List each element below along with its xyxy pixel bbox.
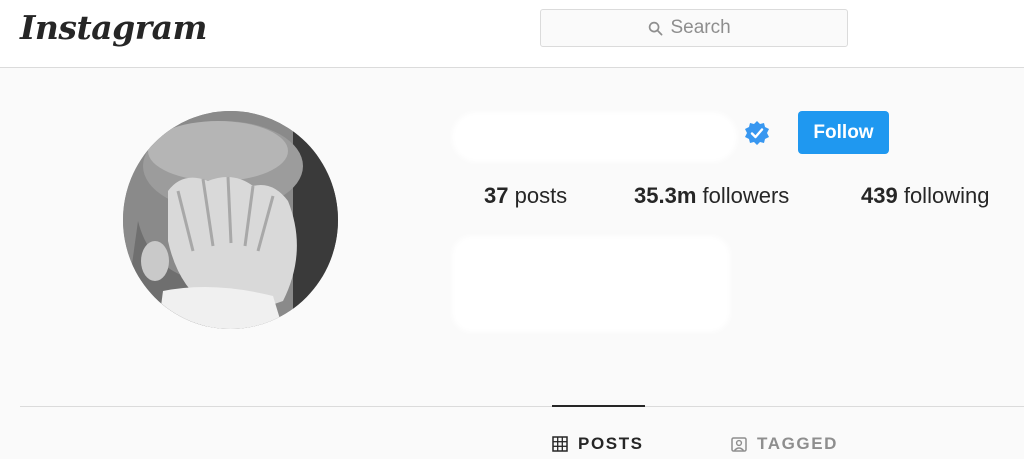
follow-button[interactable]: Follow bbox=[798, 111, 889, 154]
followers-stat[interactable]: 35.3m followers bbox=[634, 183, 789, 209]
search-icon bbox=[648, 21, 662, 35]
bio-redacted bbox=[452, 236, 730, 332]
verified-badge-icon bbox=[745, 121, 769, 145]
tab-posts-label: POSTS bbox=[578, 434, 644, 453]
posts-label: posts bbox=[508, 183, 568, 208]
following-stat[interactable]: 439 following bbox=[861, 183, 989, 209]
tagged-person-icon bbox=[731, 437, 747, 452]
search-input[interactable] bbox=[670, 17, 741, 39]
grid-icon bbox=[552, 436, 568, 452]
followers-label: followers bbox=[696, 183, 790, 208]
tab-tagged[interactable]: TAGGED bbox=[731, 434, 838, 454]
following-count: 439 bbox=[861, 183, 898, 208]
tab-posts[interactable]: POSTS bbox=[552, 434, 644, 454]
top-navigation-bar: Instagram bbox=[0, 0, 1024, 68]
active-tab-indicator bbox=[552, 405, 645, 407]
tabs-divider bbox=[20, 406, 1024, 407]
posts-count: 37 bbox=[484, 183, 509, 208]
following-label: following bbox=[897, 183, 990, 208]
tab-tagged-label: TAGGED bbox=[757, 434, 839, 453]
instagram-logo[interactable]: Instagram bbox=[20, 8, 207, 47]
search-box[interactable] bbox=[540, 9, 848, 47]
followers-count: 35.3m bbox=[634, 183, 697, 208]
posts-stat[interactable]: 37 posts bbox=[484, 183, 567, 209]
avatar-photo bbox=[123, 111, 338, 329]
username-redacted bbox=[452, 112, 737, 162]
profile-avatar[interactable] bbox=[123, 111, 338, 329]
